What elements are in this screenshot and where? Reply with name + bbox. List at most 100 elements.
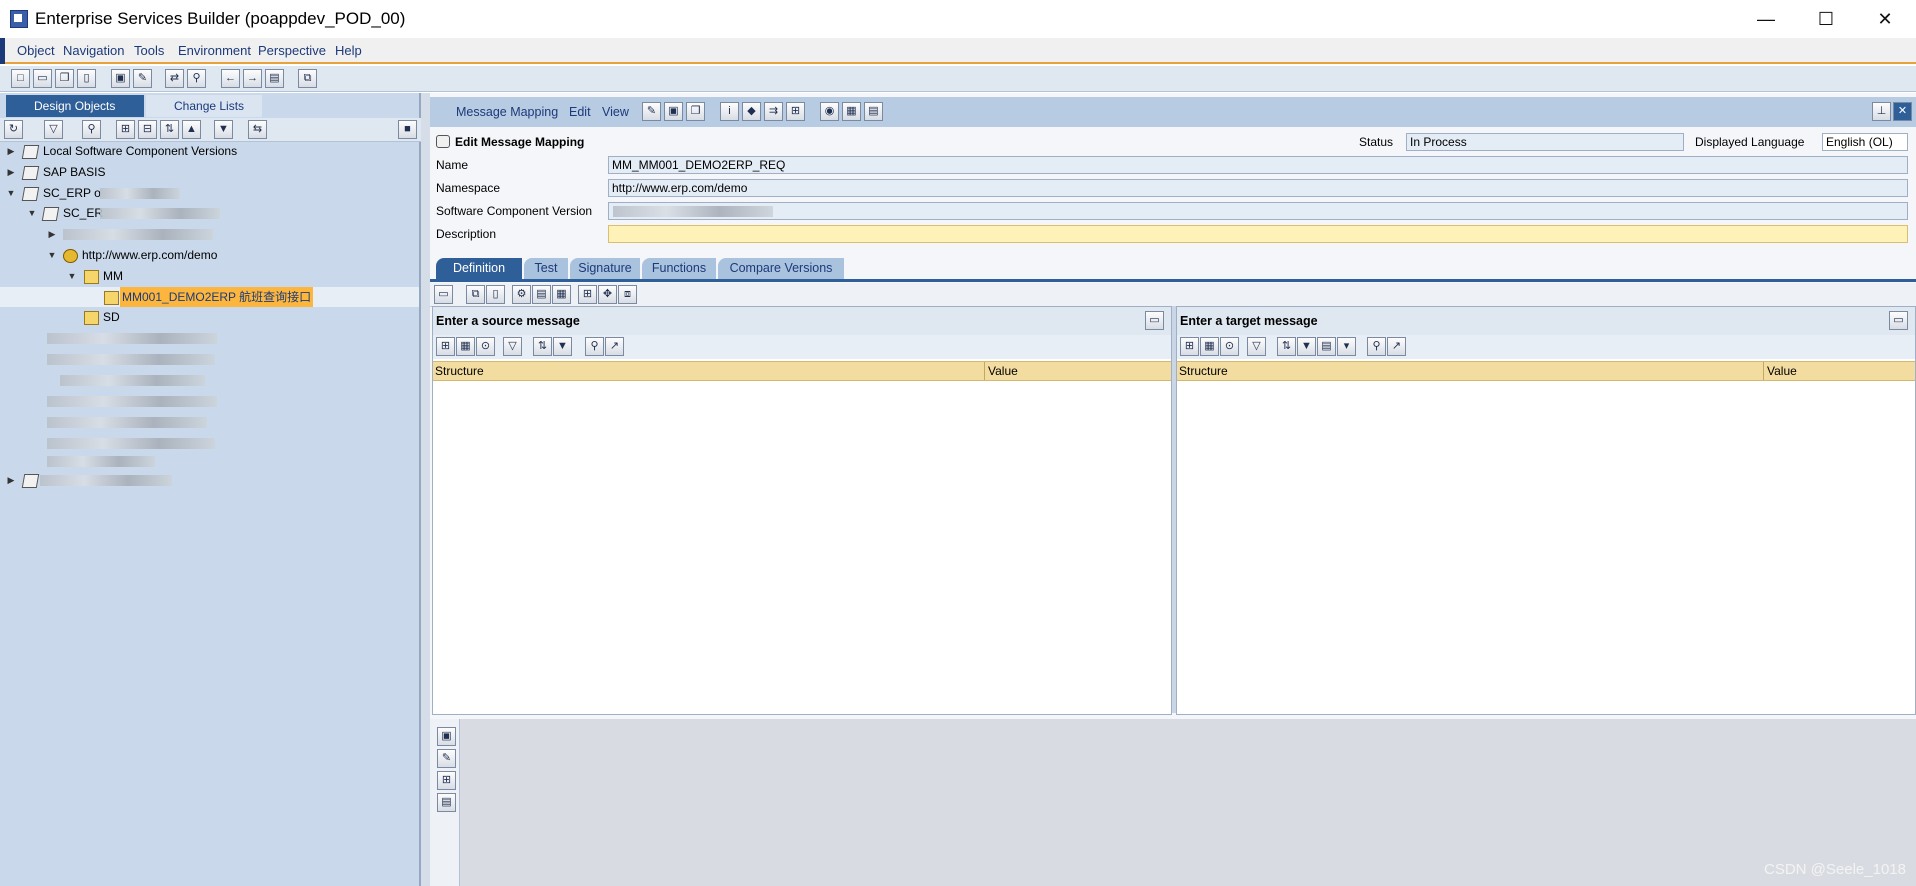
sort-icon[interactable]: ⇅	[160, 120, 179, 139]
find-icon[interactable]: ⚲	[585, 337, 604, 356]
new-icon[interactable]: □	[11, 69, 30, 88]
copy-icon[interactable]: ❐	[55, 69, 74, 88]
info-icon[interactable]: i	[720, 102, 739, 121]
tab-signature[interactable]: Signature	[570, 258, 640, 279]
menu-edit[interactable]: Edit	[569, 105, 591, 119]
tree-item-redacted[interactable]	[0, 412, 419, 432]
tree-item-redacted[interactable]	[0, 451, 419, 471]
menu-tools[interactable]: Tools	[134, 43, 164, 58]
filter-icon[interactable]: ▽	[503, 337, 522, 356]
tree-item-redacted[interactable]	[0, 349, 419, 369]
check-icon[interactable]: ◆	[742, 102, 761, 121]
link-icon[interactable]: ⊙	[1220, 337, 1239, 356]
expand-arrow-icon[interactable]: ▶	[6, 141, 16, 161]
tree-item-namespace[interactable]: ▼ http://www.erp.com/demo	[0, 245, 419, 265]
pane-options-icon[interactable]: ▭	[1145, 311, 1164, 330]
paste-icon[interactable]: ▣	[437, 727, 456, 746]
find-icon[interactable]: ⚲	[1367, 337, 1386, 356]
back-icon[interactable]: ←	[221, 69, 240, 88]
tab-compare-versions[interactable]: Compare Versions	[718, 258, 844, 279]
tree-item-redacted[interactable]	[0, 328, 419, 348]
expand-arrow-icon[interactable]: ▶	[6, 470, 16, 490]
forward-icon[interactable]: →	[243, 69, 262, 88]
tree-item-redacted-namespace[interactable]: ▶	[0, 224, 419, 244]
sort-icon[interactable]: ⇅	[1277, 337, 1296, 356]
filter-icon[interactable]: ▽	[1247, 337, 1266, 356]
collapse-arrow-icon[interactable]: ▼	[67, 266, 77, 286]
search-icon[interactable]: ⚲	[187, 69, 206, 88]
goto-icon[interactable]: ↗	[1387, 337, 1406, 356]
pencil-icon[interactable]: ✎	[437, 749, 456, 768]
language-select[interactable]: English (OL)	[1822, 133, 1908, 151]
copy-structure-icon[interactable]: ⧉	[466, 285, 485, 304]
layout-icon[interactable]: ⊞	[578, 285, 597, 304]
tab-test[interactable]: Test	[524, 258, 568, 279]
up-icon[interactable]: ▲	[182, 120, 201, 139]
collapse-arrow-icon[interactable]: ▼	[47, 245, 57, 265]
structure-icon[interactable]: ⊞	[786, 102, 805, 121]
overview-icon[interactable]: ⧈	[618, 285, 637, 304]
tree-item-folder-sd[interactable]: SD	[0, 307, 419, 327]
filter-icon[interactable]: ▽	[44, 120, 63, 139]
menu-message-mapping[interactable]: Message Mapping	[456, 105, 558, 119]
arrange-icon[interactable]: ⊞	[437, 771, 456, 790]
collapse-arrow-icon[interactable]: ▼	[6, 183, 16, 203]
maximize-button[interactable]: ☐	[1799, 0, 1853, 38]
menu-help[interactable]: Help	[335, 43, 362, 58]
grid-icon[interactable]: ▦	[552, 285, 571, 304]
structure-icon[interactable]: ⊞	[1180, 337, 1199, 356]
document-icon[interactable]: ▤	[1317, 337, 1336, 356]
description-input[interactable]	[608, 225, 1908, 243]
funnel-icon[interactable]: ▼	[1297, 337, 1316, 356]
refresh-icon[interactable]: ↻	[4, 120, 23, 139]
tree-item-redacted[interactable]	[0, 433, 419, 453]
pane-options-icon[interactable]: ▭	[1889, 311, 1908, 330]
save-icon[interactable]: ▣	[111, 69, 130, 88]
mapping-canvas[interactable]	[430, 719, 1916, 886]
fit-icon[interactable]: ✥	[598, 285, 617, 304]
tree-item-message-mapping[interactable]: MM001_DEMO2ERP 航班查询接口	[0, 287, 419, 307]
expand-icon[interactable]: ⊞	[116, 120, 135, 139]
open-icon[interactable]: ▭	[33, 69, 52, 88]
save-icon[interactable]: ▣	[664, 102, 683, 121]
panel-splitter[interactable]	[421, 93, 430, 886]
expand-arrow-icon[interactable]: ▶	[6, 162, 16, 182]
close-editor-icon[interactable]: ✕	[1893, 102, 1912, 121]
tree-item-redacted[interactable]	[0, 370, 419, 390]
tab-design-objects[interactable]: Design Objects	[6, 95, 144, 117]
menu-perspective[interactable]: Perspective	[258, 43, 326, 58]
tree-item-redacted-component[interactable]: ▶	[0, 470, 419, 490]
menu-navigation[interactable]: Navigation	[63, 43, 124, 58]
options-icon[interactable]: ▾	[1337, 337, 1356, 356]
minimize-panel-icon[interactable]: ■	[398, 120, 417, 139]
tree-item-sc-erp[interactable]: ▼ SC_ERP o	[0, 183, 419, 203]
tree-item-sap-basis[interactable]: ▶ SAP BASIS	[0, 162, 419, 182]
edit-pen-icon[interactable]: ✎	[642, 102, 661, 121]
new-window-icon[interactable]: ▭	[434, 285, 453, 304]
navigate-icon[interactable]: ⇄	[165, 69, 184, 88]
table-icon[interactable]: ▦	[456, 337, 475, 356]
tab-definition[interactable]: Definition	[436, 258, 522, 279]
funnel-icon[interactable]: ▼	[214, 120, 233, 139]
goto-icon[interactable]: ↗	[605, 337, 624, 356]
edit-icon[interactable]: ✎	[133, 69, 152, 88]
sync-icon[interactable]: ⇆	[248, 120, 267, 139]
structure-icon[interactable]: ⊞	[436, 337, 455, 356]
collapse-icon[interactable]: ⊟	[138, 120, 157, 139]
table-icon[interactable]: ▦	[842, 102, 861, 121]
tab-functions[interactable]: Functions	[642, 258, 716, 279]
menu-environment[interactable]: Environment	[178, 43, 251, 58]
tree-item-folder-mm[interactable]: ▼ MM	[0, 266, 419, 286]
tree-item-local-scv[interactable]: ▶ Local Software Component Versions	[0, 141, 419, 161]
menu-object[interactable]: Object	[17, 43, 55, 58]
tab-change-lists[interactable]: Change Lists	[146, 95, 262, 117]
history-icon[interactable]: ⧉	[298, 69, 317, 88]
minimize-button[interactable]: —	[1739, 0, 1793, 38]
delete-icon[interactable]: ▯	[486, 285, 505, 304]
sort-icon[interactable]: ⇅	[533, 337, 552, 356]
tree-item-redacted[interactable]	[0, 391, 419, 411]
tree-item-sc-erp-version[interactable]: ▼ SC_ER	[0, 203, 419, 223]
funnel-icon[interactable]: ▼	[553, 337, 572, 356]
collapse-arrow-icon[interactable]: ▼	[27, 203, 37, 223]
find-icon[interactable]: ⚲	[82, 120, 101, 139]
